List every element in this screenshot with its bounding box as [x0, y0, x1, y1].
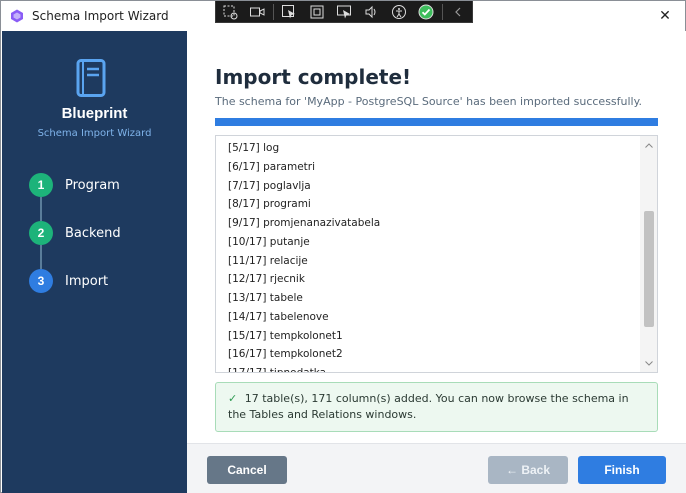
page-subtitle: The schema for 'MyApp - PostgreSQL Sourc… [215, 95, 643, 108]
step-import: 3 Import [29, 269, 108, 293]
record-icon[interactable] [243, 1, 270, 23]
step-number: 3 [29, 269, 53, 293]
log-line: [16/17] tempkolonet2 [228, 348, 343, 361]
step-program: 1 Program [29, 173, 120, 197]
check-icon[interactable] [412, 1, 439, 23]
brand-subtitle: Schema Import Wizard [37, 128, 152, 139]
step-label: Import [65, 273, 109, 289]
success-text: 17 table(s), 171 column(s) added. You ca… [228, 392, 629, 421]
page-title: Import complete! [215, 65, 412, 89]
cancel-button[interactable]: Cancel [207, 456, 287, 484]
step-label: Program [65, 177, 120, 193]
scroll-up-icon[interactable] [640, 138, 657, 152]
brand-name: Blueprint [61, 105, 128, 122]
close-icon: ✕ [659, 8, 671, 24]
screen-select-icon[interactable] [330, 1, 357, 23]
toolbar-divider [272, 3, 274, 20]
book-icon [76, 59, 106, 97]
scroll-thumb[interactable] [644, 211, 654, 327]
back-button[interactable]: ← Back [488, 456, 568, 484]
scroll-down-icon[interactable] [640, 356, 657, 370]
wizard-footer: Cancel ← Back Finish [187, 443, 686, 493]
log-line: [14/17] tabelenove [228, 310, 329, 323]
import-log[interactable]: [5/17] log [6/17] parametri [7/17] poglavl… [215, 135, 658, 373]
app-hex-icon [11, 9, 23, 23]
success-message: ✓ 17 table(s), 171 column(s) added. You … [215, 382, 658, 432]
log-line: [11/17] relacije [228, 254, 308, 267]
step-label: Backend [65, 225, 121, 241]
wizard-content: Import complete! The schema for 'MyApp -… [187, 31, 686, 443]
collapse-icon[interactable] [445, 1, 472, 23]
select-region-icon[interactable] [216, 1, 243, 23]
log-scrollbar[interactable] [640, 136, 657, 372]
step-number: 1 [29, 173, 53, 197]
log-line: [17/17] tipnodatka [228, 367, 327, 373]
finish-button[interactable]: Finish [578, 456, 666, 484]
toolbar-divider [441, 3, 443, 20]
success-check-icon: ✓ [228, 392, 238, 405]
log-line: [15/17] tempkolonet1 [228, 329, 343, 342]
log-line: [5/17] log [228, 142, 280, 154]
step-backend: 2 Backend [29, 221, 121, 245]
import-progress-bar [215, 118, 658, 126]
window-select-icon[interactable] [303, 1, 330, 23]
step-number: 2 [29, 221, 53, 245]
pointer-icon[interactable] [276, 1, 303, 23]
log-line: [10/17] putanje [228, 235, 310, 248]
log-line: [6/17] parametri [228, 160, 315, 173]
log-line: [7/17] poglavlja [228, 179, 311, 192]
close-button[interactable]: ✕ [645, 1, 685, 31]
log-line: [9/17] promjenanazivatabela [228, 217, 381, 229]
log-line: [13/17] tabele [228, 292, 303, 304]
window-title: Schema Import Wizard [32, 9, 169, 23]
wizard-sidebar: Blueprint Schema Import Wizard 1 Program… [2, 31, 187, 493]
accessibility-icon[interactable] [385, 1, 412, 23]
log-lines: [5/17] log [6/17] parametri [7/17] poglavl… [228, 139, 381, 373]
step-connector [40, 245, 42, 269]
audio-icon[interactable] [358, 1, 385, 23]
progress-fill [215, 118, 658, 126]
step-connector [40, 197, 42, 221]
capture-toolbar [215, 1, 473, 23]
wizard-window: Schema Import Wizard ✕ Blueprint Schema … [0, 0, 686, 493]
log-line: [8/17] programi [228, 198, 311, 211]
log-line: [12/17] rjecnik [228, 273, 305, 286]
